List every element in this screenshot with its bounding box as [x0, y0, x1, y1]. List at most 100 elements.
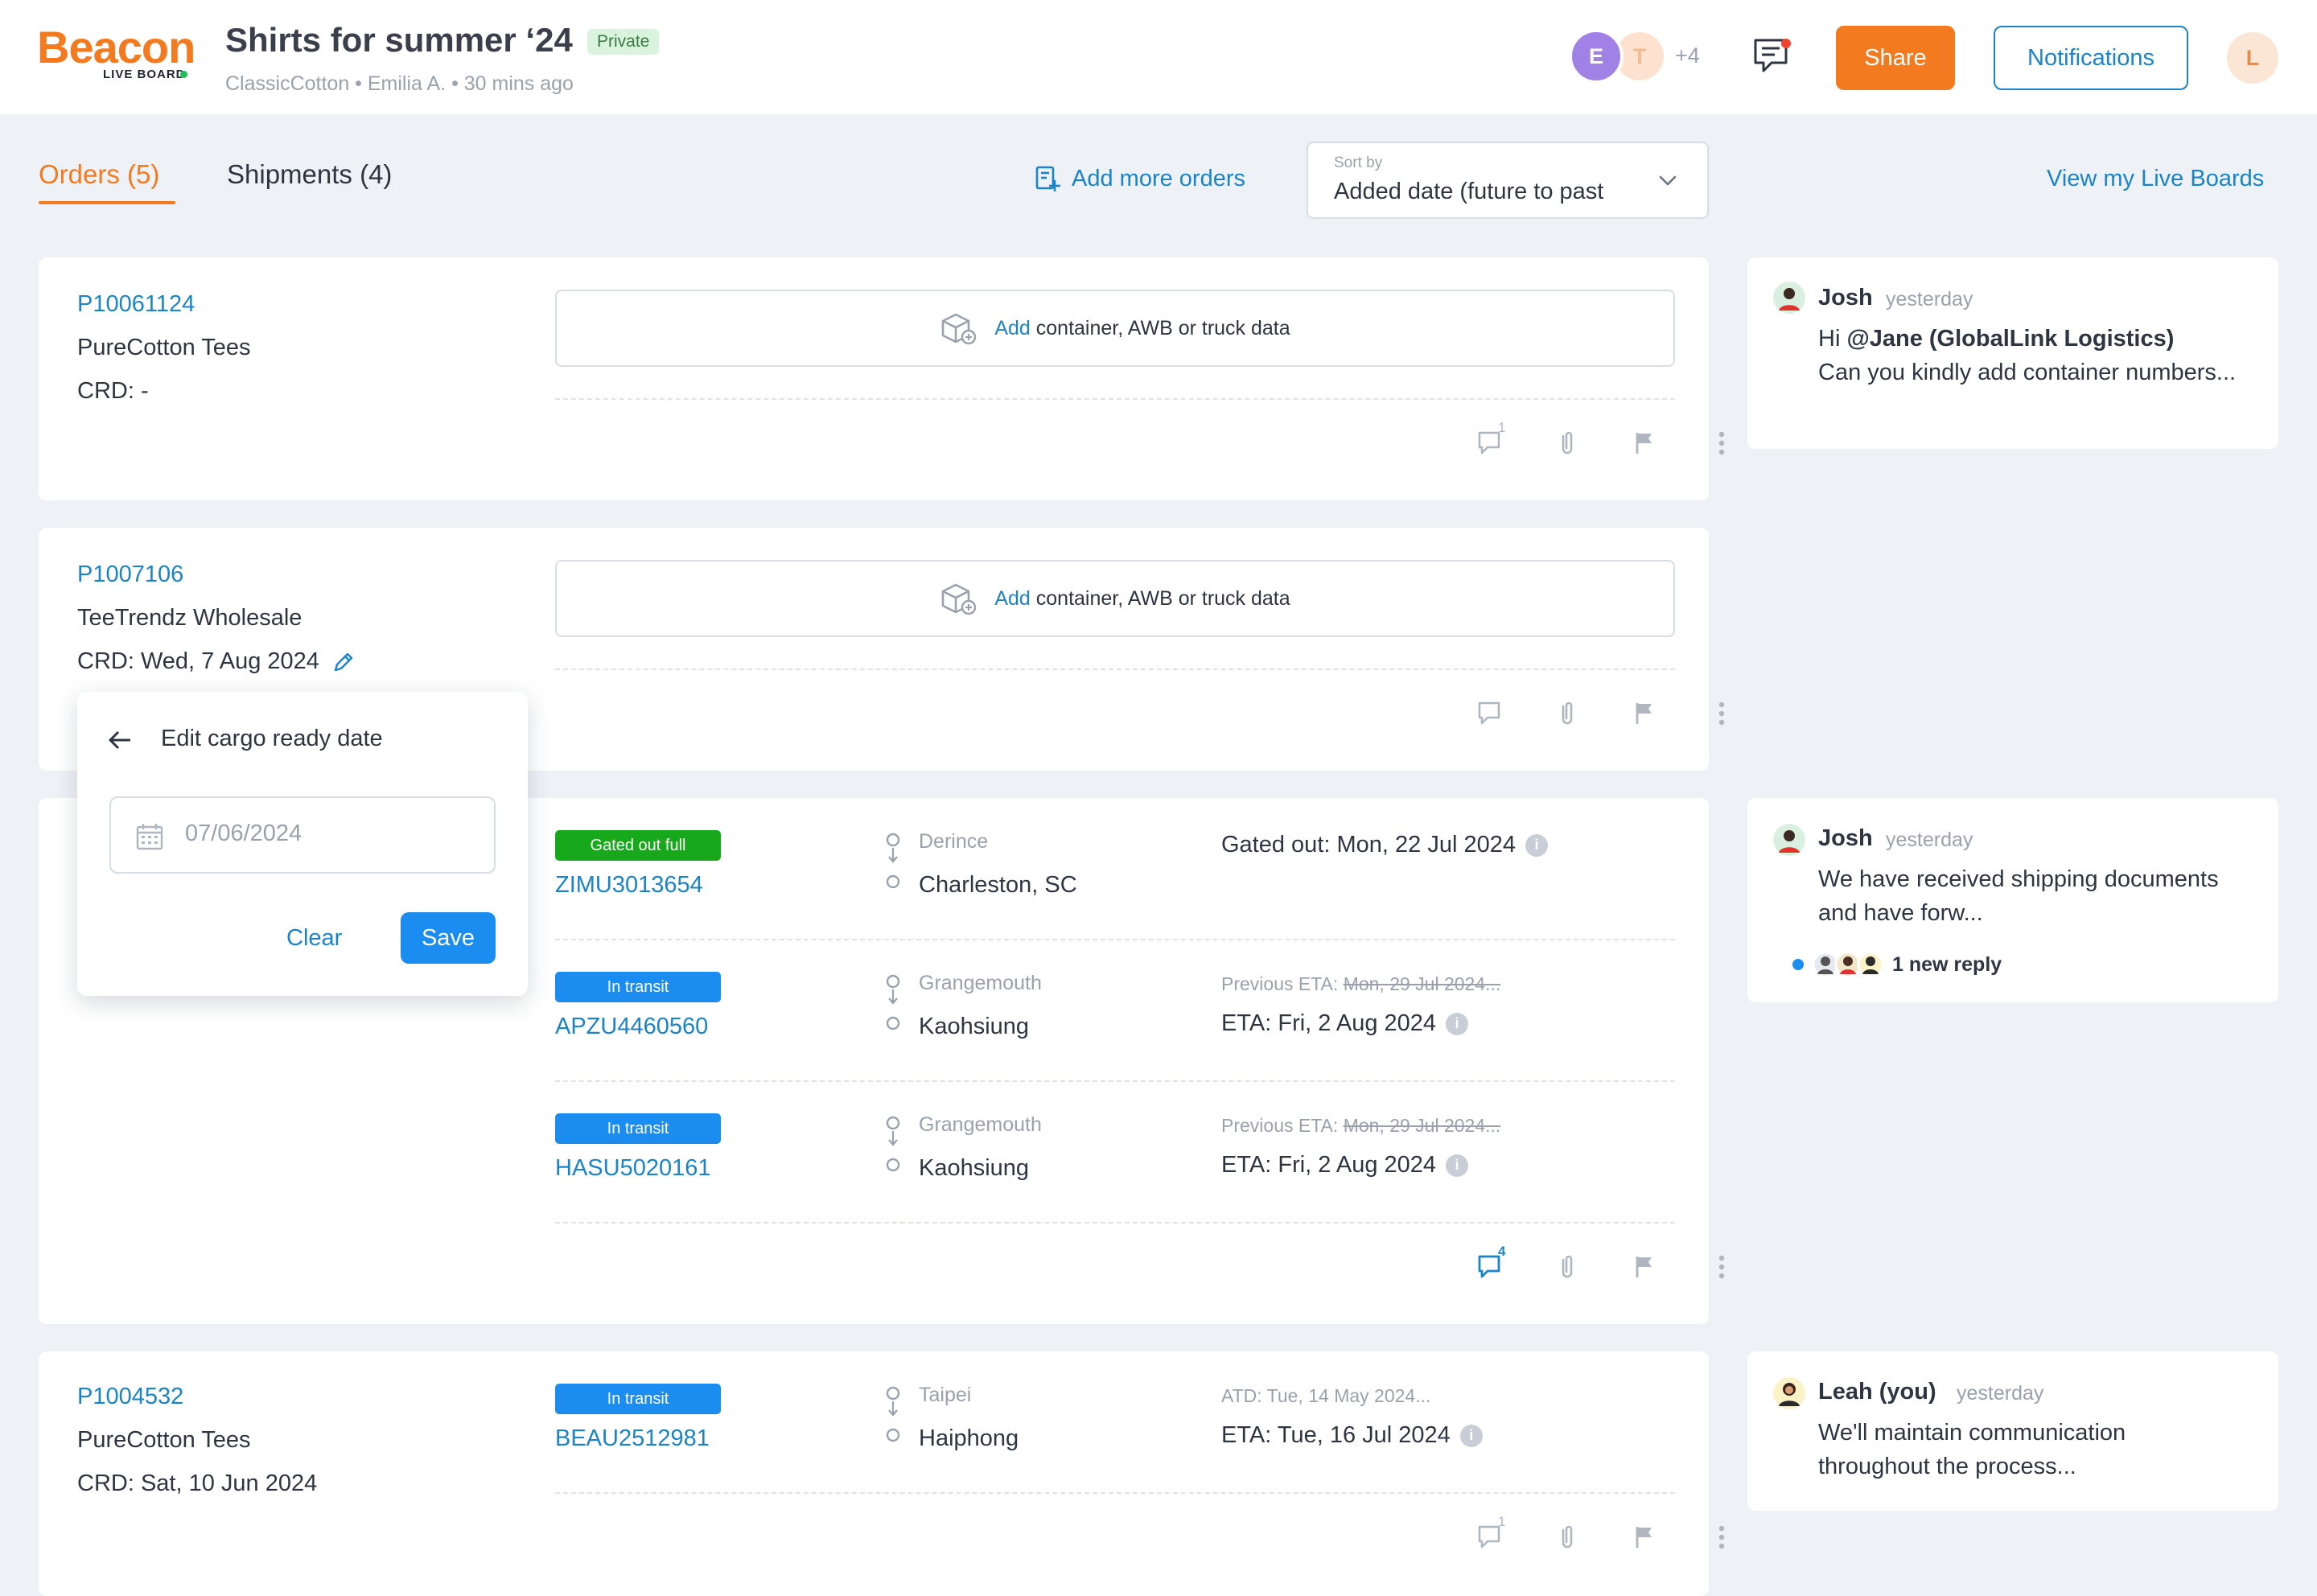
- container-id-link[interactable]: ZIMU3013654: [555, 872, 703, 899]
- active-tab-underline: [39, 201, 175, 204]
- flag-button[interactable]: [1606, 1253, 1683, 1281]
- reply-avatars: [1812, 951, 1884, 978]
- attachment-button[interactable]: [1529, 700, 1606, 727]
- more-members[interactable]: +4: [1675, 43, 1700, 68]
- share-button[interactable]: Share: [1836, 26, 1955, 90]
- comment-card[interactable]: Leah (you) yesterday We'll maintain comm…: [1747, 1351, 2278, 1511]
- tab-orders[interactable]: Orders (5): [39, 159, 159, 190]
- order-supplier: PureCotton Tees: [77, 335, 251, 360]
- route-icon: [885, 1385, 901, 1450]
- comment-count: 1: [1498, 1514, 1506, 1529]
- add-box-icon: [940, 311, 977, 345]
- add-container-box[interactable]: Add container, AWB or truck data: [555, 290, 1675, 367]
- order-card: P1004532 PureCotton Tees CRD: Sat, 10 Ju…: [39, 1351, 1725, 1596]
- status-badge: In transit: [555, 972, 721, 1002]
- container-id-link[interactable]: APZU4460560: [555, 1014, 708, 1040]
- order-id-link[interactable]: P1004532: [77, 1384, 183, 1410]
- sort-label: Sort by: [1334, 154, 1383, 171]
- beacon-logo[interactable]: Beacon: [37, 21, 195, 73]
- app-header: Beacon LIVE BOARD Shirts for summer ‘24 …: [0, 0, 2317, 114]
- comment-card[interactable]: Josh yesterday We have received shipping…: [1747, 798, 2278, 1002]
- date-input[interactable]: 07/06/2024: [109, 796, 496, 874]
- comment-text: We have received shipping documents and …: [1818, 866, 2219, 926]
- status-badge: In transit: [555, 1384, 721, 1414]
- add-container-text: container, AWB or truck data: [1035, 316, 1290, 339]
- board-meta: ClassicCotton • Emilia A. • 30 mins ago: [225, 72, 574, 95]
- comments-button[interactable]: 1: [1451, 420, 1529, 457]
- status-badge: Gated out full: [555, 830, 721, 861]
- flag-button[interactable]: [1606, 430, 1683, 457]
- more-menu-button[interactable]: [1683, 1524, 1760, 1551]
- clear-button[interactable]: Clear: [286, 925, 342, 952]
- order-actions: 1: [1451, 420, 1760, 457]
- comments-button[interactable]: 1: [1451, 1514, 1529, 1551]
- edit-crd-popover: Edit cargo ready date 07/06/2024 Clear S…: [77, 692, 528, 996]
- add-link[interactable]: Add: [994, 317, 1030, 339]
- eta-date: ETA: Fri, 2 Aug 2024: [1221, 1010, 1437, 1036]
- origin-port: Grangemouth: [919, 1113, 1042, 1136]
- sort-select[interactable]: Sort by Added date (future to past: [1307, 142, 1709, 219]
- logo-subtitle: LIVE BOARD: [103, 68, 186, 81]
- add-more-orders-button[interactable]: Add more orders: [1033, 164, 1245, 193]
- unread-dot: [1781, 39, 1791, 48]
- user-avatar[interactable]: L: [2227, 32, 2278, 84]
- gated-out-date: Gated out: Mon, 22 Jul 2024: [1221, 832, 1516, 858]
- divider: [555, 1222, 1675, 1224]
- flag-button[interactable]: [1606, 700, 1683, 727]
- add-container-box[interactable]: Add container, AWB or truck data: [555, 560, 1675, 637]
- route-icon: [885, 832, 901, 896]
- sort-value: Added date (future to past: [1334, 179, 1604, 204]
- order-crd: CRD: -: [77, 378, 149, 404]
- comment-time: yesterday: [1886, 288, 1973, 311]
- divider: [555, 668, 1675, 670]
- add-box-icon: [940, 582, 977, 615]
- order-actions: 1: [1451, 1514, 1760, 1551]
- chevron-down-icon: [1656, 169, 1680, 193]
- order-id-link[interactable]: P10061124: [77, 291, 195, 318]
- comment-count: 1: [1498, 420, 1506, 435]
- container-id-link[interactable]: HASU5020161: [555, 1155, 710, 1182]
- divider: [555, 1492, 1675, 1494]
- destination-port: Kaohsiung: [919, 1155, 1030, 1181]
- attachment-button[interactable]: [1529, 430, 1606, 457]
- save-button[interactable]: Save: [401, 912, 496, 964]
- add-orders-icon: [1033, 164, 1062, 193]
- reply-indicator[interactable]: 1 new reply: [1792, 951, 2002, 978]
- container-id-link[interactable]: BEAU2512981: [555, 1425, 710, 1452]
- previous-eta-value: Mon, 29 Jul 2024...: [1343, 1115, 1501, 1136]
- route-icon: [885, 1115, 901, 1179]
- pencil-icon[interactable]: [331, 649, 356, 675]
- new-reply-label: 1 new reply: [1892, 952, 2002, 976]
- attachment-button[interactable]: [1529, 1524, 1606, 1551]
- comment-text: We'll maintain communication throughout …: [1818, 1420, 2126, 1479]
- add-container-text: container, AWB or truck data: [1035, 586, 1290, 610]
- comment-card[interactable]: Josh yesterday Hi @Jane (GlobalLink Logi…: [1747, 257, 2278, 449]
- avatar-e[interactable]: E: [1569, 29, 1624, 84]
- info-icon[interactable]: i: [1459, 1424, 1483, 1447]
- add-link[interactable]: Add: [994, 587, 1030, 610]
- notifications-button[interactable]: Notifications: [1994, 26, 2188, 90]
- calendar-icon: [135, 822, 164, 851]
- order-crd: CRD: Wed, 7 Aug 2024: [77, 648, 319, 674]
- comments-button[interactable]: 4: [1451, 1244, 1529, 1281]
- popover-title: Edit cargo ready date: [161, 726, 383, 751]
- flag-button[interactable]: [1606, 1524, 1683, 1551]
- comments-button[interactable]: [1451, 700, 1529, 727]
- order-crd-row: CRD: Wed, 7 Aug 2024: [77, 648, 356, 675]
- attachment-button[interactable]: [1529, 1253, 1606, 1281]
- info-icon[interactable]: i: [1525, 833, 1548, 857]
- destination-port: Kaohsiung: [919, 1014, 1030, 1039]
- info-icon[interactable]: i: [1446, 1154, 1469, 1177]
- info-icon[interactable]: i: [1446, 1012, 1469, 1035]
- logo-dot: [180, 71, 187, 78]
- comment-text: Hi @Jane (GlobalLink Logistics) Can you …: [1818, 326, 2237, 385]
- more-menu-button[interactable]: [1683, 700, 1760, 727]
- atd-date: ATD: Tue, 14 May 2024...: [1221, 1385, 1431, 1406]
- view-live-boards-link[interactable]: View my Live Boards: [2047, 166, 2264, 192]
- back-arrow-icon[interactable]: [106, 727, 135, 753]
- mention[interactable]: @Jane (GlobalLink Logistics): [1846, 326, 2174, 352]
- tab-shipments[interactable]: Shipments (4): [227, 159, 392, 190]
- order-id-link[interactable]: P1007106: [77, 561, 183, 588]
- more-menu-button[interactable]: [1683, 1253, 1760, 1281]
- comment-time: yesterday: [1886, 829, 1973, 851]
